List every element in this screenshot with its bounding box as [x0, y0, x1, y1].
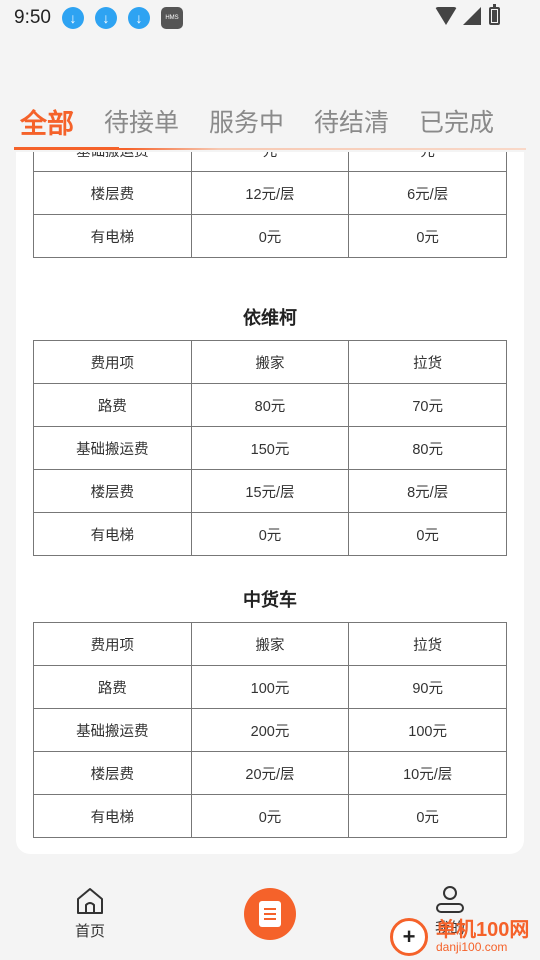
table-cell: 路费 — [33, 383, 192, 427]
table-cell: 基础搬运费 — [33, 708, 192, 752]
battery-icon — [489, 4, 500, 25]
price-table-yiweike: 费用项 搬家 拉货 路费 80元 70元 基础搬运费 150元 80元 楼层费 … — [33, 340, 507, 556]
table-row: 基础搬运费 150元 80元 — [33, 426, 507, 470]
table-row: 有电梯 0元 0元 — [33, 794, 507, 838]
table-cell: 15元/层 — [190, 469, 350, 513]
table-cell: 80元 — [348, 426, 507, 470]
watermark-url: danji100.com — [436, 940, 508, 955]
table-cell: 150元 — [190, 426, 350, 470]
table-row: 基础搬运费 200元 100元 — [33, 708, 507, 752]
table-cell: 搬家 — [190, 622, 350, 666]
table-cell: 90元 — [348, 665, 507, 709]
table-cell: 费用项 — [33, 340, 192, 384]
table-row: 基础搬运费 元 元 — [33, 152, 507, 172]
table-cell: 200元 — [190, 708, 350, 752]
table-cell: 拉货 — [348, 340, 507, 384]
status-bar: 9:50 ↓ ↓ ↓ HMS — [0, 0, 540, 36]
tab-all[interactable]: 全部 — [20, 102, 74, 141]
table-cell: 0元 — [348, 512, 507, 556]
hms-icon: HMS — [160, 7, 183, 29]
user-icon — [443, 886, 457, 900]
table-cell: 元 — [348, 152, 507, 172]
table-cell: 楼层费 — [33, 171, 192, 215]
download-icon: ↓ — [127, 7, 150, 29]
table-cell: 8元/层 — [348, 469, 507, 513]
price-table-partial: 基础搬运费 元 元 楼层费 12元/层 6元/层 有电梯 0元 0元 — [33, 152, 507, 258]
table-cell: 基础搬运费 — [33, 426, 192, 470]
watermark-logo-icon: + — [390, 918, 428, 956]
table-cell: 搬家 — [190, 340, 350, 384]
status-time: 9:50 — [14, 7, 51, 28]
wifi-icon — [435, 7, 457, 25]
download-icon: ↓ — [61, 7, 84, 29]
signal-icon — [463, 7, 481, 25]
table-cell: 费用项 — [33, 622, 192, 666]
table-header-row: 费用项 搬家 拉货 — [33, 340, 507, 384]
table-cell: 0元 — [190, 794, 350, 838]
table-cell: 有电梯 — [33, 214, 192, 258]
home-icon — [75, 886, 105, 916]
table-cell: 基础搬运费 — [33, 152, 192, 172]
table-cell: 0元 — [190, 214, 350, 258]
table-cell: 路费 — [33, 665, 192, 709]
orders-button[interactable] — [244, 888, 296, 940]
table-row: 路费 80元 70元 — [33, 383, 507, 427]
order-tabs: 全部 待接单 服务中 待结清 已完成 — [0, 92, 540, 150]
table-row: 楼层费 12元/层 6元/层 — [33, 171, 507, 215]
table-row: 楼层费 15元/层 8元/层 — [33, 469, 507, 513]
table-cell: 20元/层 — [190, 751, 350, 795]
tab-pending[interactable]: 待接单 — [104, 103, 179, 139]
watermark-title: 单机100网 — [436, 919, 530, 942]
table-cell: 100元 — [190, 665, 350, 709]
table-cell: 0元 — [348, 214, 507, 258]
table-cell: 楼层费 — [33, 469, 192, 513]
table-cell: 楼层费 — [33, 751, 192, 795]
table-row: 有电梯 0元 0元 — [33, 214, 507, 258]
section-title-zhonghuoche: 中货车 — [243, 590, 297, 610]
table-cell: 有电梯 — [33, 512, 192, 556]
nav-home-label: 首页 — [74, 923, 105, 940]
table-cell: 6元/层 — [348, 171, 507, 215]
table-cell: 12元/层 — [190, 171, 350, 215]
price-table-zhonghuoche: 费用项 搬家 拉货 路费 100元 90元 基础搬运费 200元 100元 楼层… — [33, 622, 507, 838]
table-cell: 10元/层 — [348, 751, 507, 795]
document-icon — [259, 901, 281, 927]
table-cell: 0元 — [348, 794, 507, 838]
table-cell: 70元 — [348, 383, 507, 427]
price-card: 基础搬运费 元 元 楼层费 12元/层 6元/层 有电梯 0元 0元 依维柯 费… — [16, 152, 524, 854]
watermark: + 单机100网 danji100.com — [390, 914, 540, 960]
table-cell: 元 — [190, 152, 350, 172]
table-cell: 有电梯 — [33, 794, 192, 838]
section-title-yiweike: 依维柯 — [243, 308, 297, 328]
table-cell: 拉货 — [348, 622, 507, 666]
table-row: 有电梯 0元 0元 — [33, 512, 507, 556]
download-icon: ↓ — [94, 7, 117, 29]
table-cell: 0元 — [190, 512, 350, 556]
active-tab-indicator — [14, 147, 119, 150]
nav-home[interactable]: 首页 — [70, 886, 110, 941]
tab-completed[interactable]: 已完成 — [419, 103, 494, 139]
table-row: 楼层费 20元/层 10元/层 — [33, 751, 507, 795]
table-cell: 80元 — [190, 383, 350, 427]
tab-to-settle[interactable]: 待结清 — [314, 103, 389, 139]
table-row: 路费 100元 90元 — [33, 665, 507, 709]
tab-in-service[interactable]: 服务中 — [209, 103, 284, 139]
table-header-row: 费用项 搬家 拉货 — [33, 622, 507, 666]
table-cell: 100元 — [348, 708, 507, 752]
